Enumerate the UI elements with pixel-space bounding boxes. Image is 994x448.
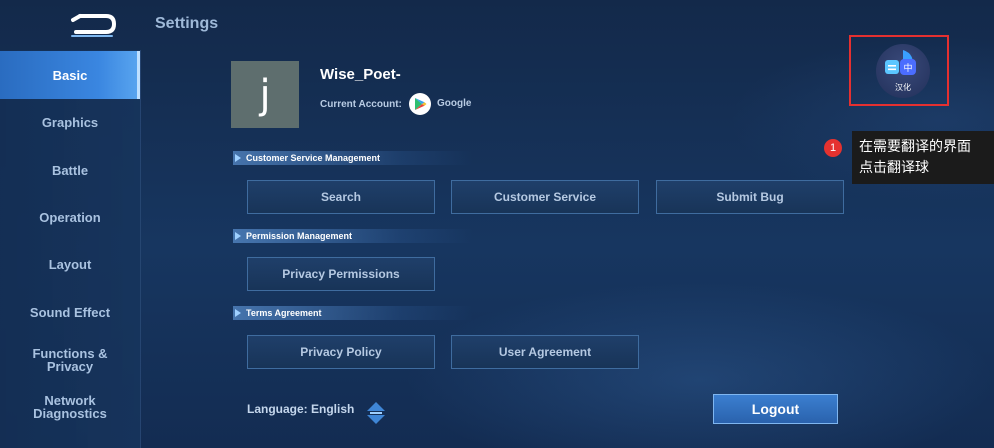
sidebar-item-label: Graphics bbox=[41, 114, 99, 130]
sidebar-item-label: Layout bbox=[48, 256, 92, 272]
sidebar-item-operation[interactable]: Operation bbox=[0, 193, 140, 241]
translate-ball-glyph: 中 bbox=[903, 64, 913, 74]
translate-ball-label: 汉化 bbox=[895, 83, 911, 92]
sidebar-item-label: Battle bbox=[51, 162, 89, 178]
account-provider: Google bbox=[437, 98, 472, 109]
sidebar-item-battle[interactable]: Battle bbox=[0, 146, 140, 194]
sidebar-item-functions-privacy[interactable]: Functions & Privacy bbox=[10, 336, 130, 384]
sidebar-item-label: Operation bbox=[39, 209, 101, 225]
back-arrow-icon[interactable] bbox=[66, 10, 118, 40]
sidebar-item-sound-effect[interactable]: Sound Effect bbox=[0, 288, 140, 336]
google-play-icon bbox=[409, 93, 431, 115]
sidebar-item-label: Functions & Privacy bbox=[32, 346, 108, 374]
section-terms-header: Terms Agreement bbox=[233, 306, 473, 320]
language-label: Language: English bbox=[247, 402, 355, 416]
language-switch-icon[interactable] bbox=[366, 401, 386, 425]
sidebar-item-label: Sound Effect bbox=[29, 304, 111, 320]
submit-bug-button[interactable]: Submit Bug bbox=[656, 180, 844, 214]
sidebar-item-layout[interactable]: Layout bbox=[0, 240, 140, 288]
tooltip-line-1: 在需要翻译的界面 bbox=[859, 139, 971, 155]
privacy-policy-button[interactable]: Privacy Policy bbox=[247, 335, 435, 369]
privacy-permissions-button[interactable]: Privacy Permissions bbox=[247, 257, 435, 291]
sidebar: Basic Graphics Battle Operation Layout S… bbox=[0, 50, 141, 448]
logout-button[interactable]: Logout bbox=[713, 394, 838, 424]
user-agreement-button[interactable]: User Agreement bbox=[451, 335, 639, 369]
customer-service-button[interactable]: Customer Service bbox=[451, 180, 639, 214]
sidebar-item-network-diagnostics[interactable]: Network Diagnostics bbox=[20, 383, 120, 431]
section-permission-header: Permission Management bbox=[233, 229, 473, 243]
search-button[interactable]: Search bbox=[247, 180, 435, 214]
current-account-label: Current Account: bbox=[320, 99, 402, 110]
sidebar-item-label: Network Diagnostics bbox=[33, 393, 107, 421]
tooltip-line-2: 点击翻译球 bbox=[859, 160, 929, 176]
avatar[interactable]: j bbox=[231, 61, 299, 128]
step-badge: 1 bbox=[824, 139, 842, 157]
instruction-tooltip: 在需要翻译的界面 点击翻译球 bbox=[852, 131, 994, 184]
page-title: Settings bbox=[155, 15, 219, 32]
section-customer-service-header: Customer Service Management bbox=[233, 151, 473, 165]
sidebar-item-basic[interactable]: Basic bbox=[0, 51, 140, 99]
username: Wise_Poet- bbox=[320, 66, 401, 83]
sidebar-item-graphics[interactable]: Graphics bbox=[0, 98, 140, 146]
avatar-letter: j bbox=[259, 71, 271, 118]
sidebar-item-label: Basic bbox=[52, 67, 88, 83]
